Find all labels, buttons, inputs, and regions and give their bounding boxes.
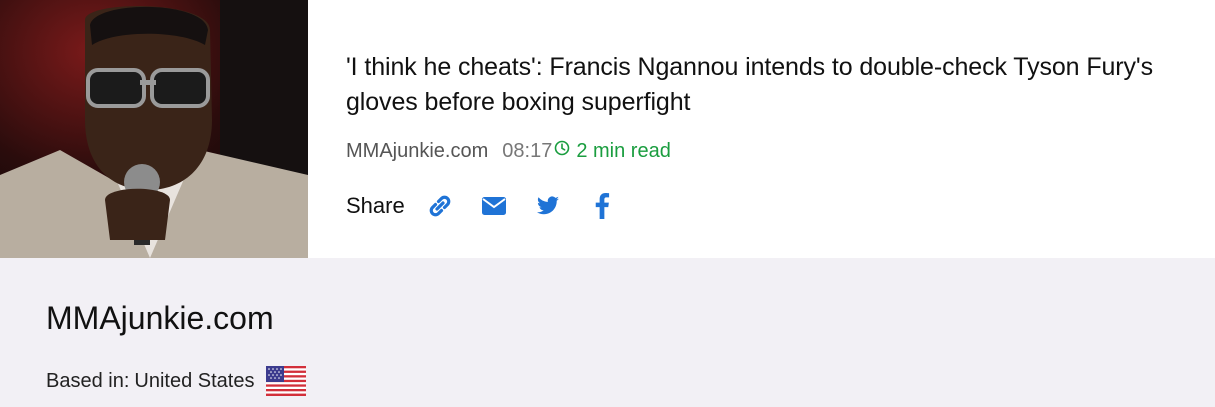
link-icon[interactable] [425, 191, 455, 221]
article-headline[interactable]: 'I think he cheats': Francis Ngannou int… [346, 50, 1196, 120]
article-card: 'I think he cheats': Francis Ngannou int… [0, 0, 1215, 258]
article-time: 08:17 [502, 139, 553, 162]
based-in-label: Based in: [46, 369, 130, 392]
based-in: Based in: United States [46, 366, 307, 396]
facebook-icon[interactable] [587, 191, 617, 221]
based-in-country: United States [134, 369, 255, 392]
thumbnail-image [0, 0, 308, 258]
article-source[interactable]: MMAjunkie.com [346, 140, 488, 163]
clock-icon [554, 140, 570, 156]
source-name: MMAjunkie.com [46, 300, 274, 336]
share-label: Share [346, 193, 405, 218]
email-icon[interactable] [479, 191, 509, 221]
article-thumbnail[interactable] [0, 0, 308, 258]
read-time: 2 min read [576, 139, 671, 162]
twitter-icon[interactable] [533, 191, 563, 221]
share-bar: Share [346, 190, 641, 222]
article-meta: MMAjunkie.com 08:17 2 min read [346, 138, 671, 164]
us-flag-icon [266, 366, 307, 396]
